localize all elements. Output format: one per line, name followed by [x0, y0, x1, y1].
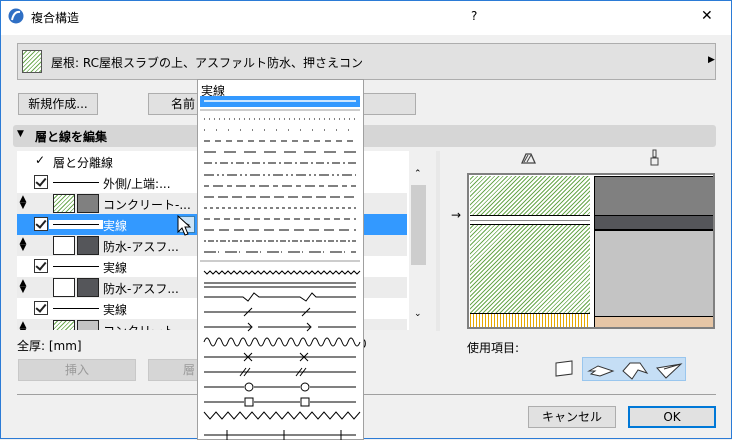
section-header[interactable]: ▼ 層と線を編集 [13, 125, 716, 147]
line-option-circle-mark [244, 382, 254, 392]
row-label: 実線 [103, 261, 128, 275]
layer-button[interactable]: 層 [148, 359, 198, 381]
line-option-zigzag[interactable] [203, 270, 361, 275]
new-button[interactable]: 新規作成... [18, 93, 98, 115]
line-option-double-slash[interactable] [204, 367, 356, 377]
composite-selector[interactable]: 屋根: RC屋根スラブの上、アスファルト防水、押さえコン ▶ [17, 43, 716, 80]
fill-swatch[interactable] [53, 236, 75, 255]
mouse-cursor-icon [177, 215, 191, 236]
preview-layer-slab [470, 225, 590, 314]
roof-icon[interactable] [620, 360, 650, 380]
line-sample [53, 266, 99, 267]
app-logo-icon [8, 8, 24, 24]
ok-button[interactable]: OK [628, 406, 716, 428]
cancel-button[interactable]: キャンセル [528, 406, 616, 428]
section-title: 層と線を編集 [35, 130, 108, 144]
line-option-square-mark [244, 397, 254, 407]
surface-swatch[interactable] [77, 320, 99, 330]
surface-swatch[interactable] [77, 278, 99, 297]
title-bar: 複合構造 ? ✕ [1, 1, 731, 35]
fill-swatch[interactable] [53, 278, 75, 297]
check-all-icon[interactable]: ✓ [35, 153, 45, 167]
use-items-label: 使用項目: [467, 341, 520, 355]
row-label: 実線 [103, 219, 128, 233]
row-label: コンクリート-... [103, 198, 191, 212]
scrollbar[interactable]: ⌃ ⌄ [411, 169, 427, 329]
chevron-right-icon: ▶ [708, 55, 715, 65]
line-checkbox[interactable] [34, 301, 48, 315]
wall-icon[interactable] [553, 359, 577, 379]
line-checkbox[interactable] [34, 259, 48, 273]
line-checkbox[interactable] [34, 175, 48, 189]
total-thickness-label: 全厚: [mm] [17, 339, 82, 353]
help-button[interactable]: ? [471, 9, 481, 23]
shell-icon[interactable] [654, 360, 684, 380]
line-option-arrow[interactable] [204, 322, 356, 332]
scroll-up-icon[interactable]: ⌃ [414, 169, 422, 179]
composite-name: 屋根: RC屋根スラブの上、アスファルト防水、押さえコン [51, 56, 363, 70]
paint-brush-icon [650, 149, 659, 166]
triangle-down-icon: ▼ [17, 129, 24, 139]
scroll-down-icon[interactable]: ⌄ [414, 309, 422, 319]
scroll-thumb[interactable] [411, 185, 426, 265]
row-label: 防水-アスフ... [103, 240, 179, 254]
composite-dialog: 複合構造 ? ✕ 屋根: RC屋根スラブの上、アスファルト防水、押さえコン ▶ … [0, 0, 732, 440]
section-preview [467, 173, 715, 329]
line-option-double[interactable] [204, 282, 356, 288]
window-title: 複合構造 [31, 11, 80, 25]
line-option-square-mark [300, 397, 310, 407]
line-option-wave[interactable] [203, 337, 361, 347]
line-type-popup: 実線 [197, 79, 364, 440]
use-items-selected [582, 357, 686, 381]
preview-layer-waterproof [470, 215, 590, 225]
preview-layer-concrete [470, 176, 590, 216]
surface-swatch[interactable] [77, 236, 99, 255]
line-sample [53, 308, 99, 309]
row-label: 実線 [103, 303, 128, 317]
line-sample [53, 224, 99, 225]
line-option-slash[interactable] [204, 307, 356, 317]
close-button[interactable]: ✕ [701, 8, 713, 24]
composite-preview-icon [22, 50, 42, 73]
fill-swatch[interactable] [53, 320, 75, 330]
line-option-circle-mark [300, 382, 310, 392]
insert-button[interactable]: 挿入 [18, 359, 136, 381]
reorder-handle-icon[interactable]: ▲▼ [17, 195, 29, 211]
line-option-break[interactable] [204, 292, 356, 302]
surface-swatch[interactable] [77, 194, 99, 213]
reference-arrow-icon: → [451, 208, 462, 222]
divider [436, 151, 440, 331]
fill-swatch[interactable] [53, 194, 75, 213]
row-label: 外側/上端:... [103, 177, 171, 191]
row-label: 防水-アスフ... [103, 282, 179, 296]
reorder-handle-icon[interactable]: ▲▼ [17, 279, 29, 295]
preview-layer-insulation [470, 313, 590, 327]
fill-pattern-icon [520, 153, 537, 164]
line-checkbox[interactable] [34, 217, 48, 231]
reorder-handle-icon[interactable]: ▲▼ [17, 237, 29, 253]
line-option-large-zigzag[interactable] [203, 411, 361, 420]
row-label: コンクリート [103, 322, 175, 330]
line-option-cross[interactable] [204, 352, 356, 362]
list-header-label: 層と分離線 [53, 156, 114, 170]
reorder-handle-icon[interactable]: ▲▼ [17, 321, 29, 331]
line-sample [53, 182, 99, 183]
slab-icon[interactable] [586, 360, 616, 380]
line-type-list [200, 96, 361, 440]
footer-divider [17, 394, 716, 395]
preview-finish-column [594, 176, 713, 327]
